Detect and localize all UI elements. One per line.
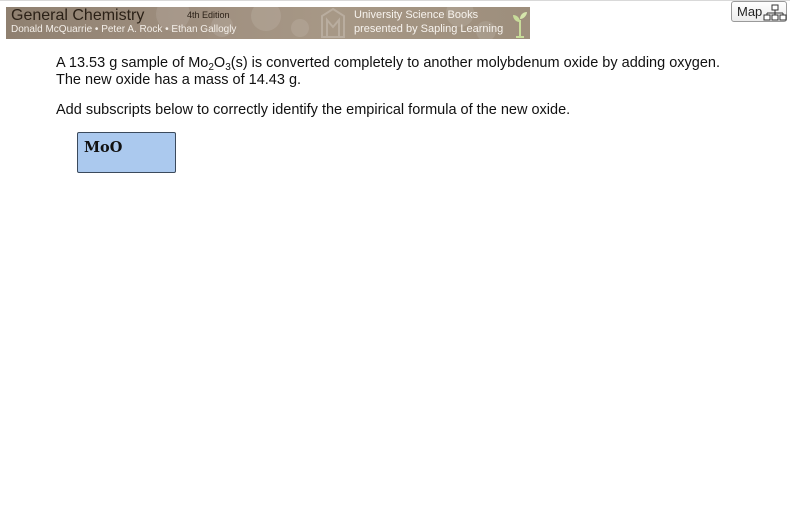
publisher-logo-icon (321, 7, 345, 38)
sapling-sprout-icon (513, 12, 527, 38)
question-line1-part-b: O (213, 55, 226, 71)
question-line2: The new oxide has a mass of 14.43 g. (56, 72, 302, 88)
book-edition: 4th Edition (187, 10, 230, 20)
textbook-banner: General Chemistry 4th Edition Donald McQ… (6, 7, 530, 39)
book-authors: Donald McQuarrie • Peter A. Rock • Ethan… (11, 24, 237, 35)
formula-input[interactable]: MoO (77, 132, 176, 173)
question-line1-part-a: A 13.53 g sample of Mo (56, 55, 209, 71)
book-title: General Chemistry (11, 7, 145, 24)
instruction-text: Add subscripts below to correctly identi… (56, 102, 571, 118)
presented-by: presented by Sapling Learning (354, 23, 504, 35)
sitemap-icon (763, 4, 787, 21)
map-button[interactable]: Map (731, 1, 787, 22)
question-text: A 13.53 g sample of Mo2O3(s) is converte… (56, 55, 756, 89)
top-divider (0, 0, 790, 1)
map-button-label: Map (737, 4, 763, 19)
publisher-name: University Science Books (354, 9, 479, 21)
formula-value: MoO (84, 139, 123, 156)
question-line1-part-c: (s) is converted completely to another m… (230, 55, 720, 71)
